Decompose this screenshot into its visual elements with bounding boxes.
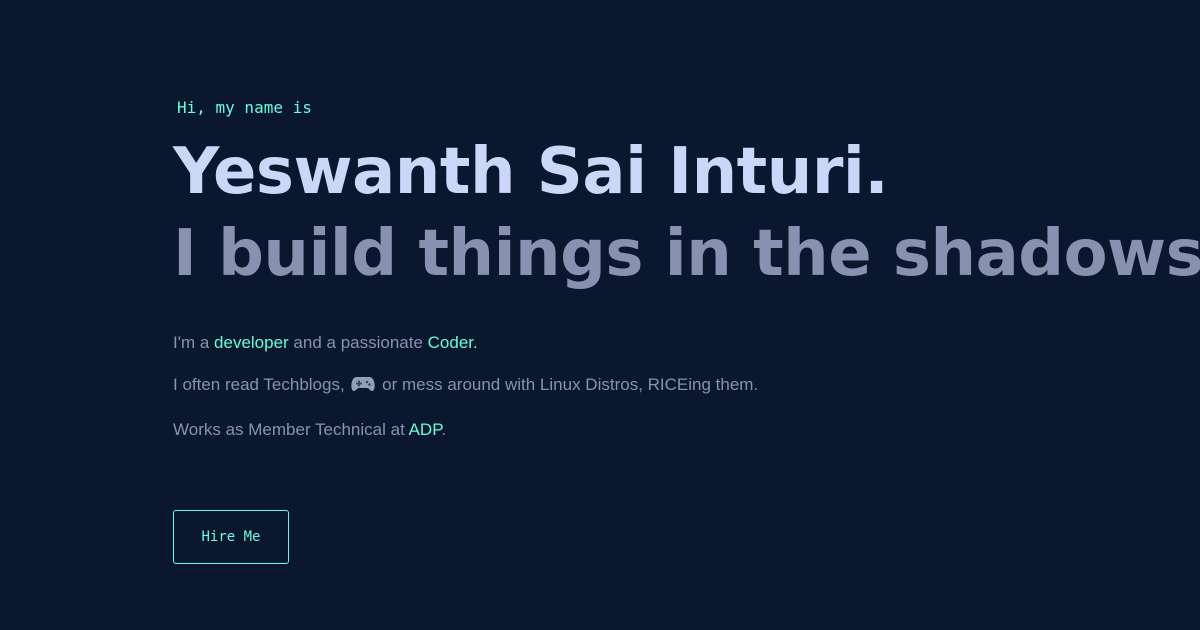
greeting-text: Hi, my name is [177,98,312,117]
company-link[interactable]: ADP [409,420,442,439]
passion-highlight: Coder. [427,333,478,352]
bio-line-work: Works as Member Technical at ADP. [173,419,1173,441]
bio-line-work-prefix: Works as Member Technical at [173,420,409,439]
bio-line-hobbies-prefix: I often read Techblogs, [173,375,350,394]
hero-tagline: I build things in the shadows. [173,217,1200,291]
gamepad-icon [351,375,376,399]
hero-name: Yeswanth Sai Inturi. [173,135,889,209]
bio-line-hobbies-suffix: or mess around with Linux Distros, RICEi… [377,375,759,394]
bio-line-role-middle: and a passionate [288,333,428,352]
hero-section: Hi, my name is Yeswanth Sai Inturi. I bu… [173,96,1200,461]
bio-line-role-prefix: I'm a [173,333,215,352]
bio-line-role: I'm a developer and a passionate Coder. [173,332,1173,354]
bio-line-hobbies: I often read Techblogs, or mess around w… [173,374,1173,399]
bio: I'm a developer and a passionate Coder. … [173,332,1173,441]
bio-line-work-suffix: . [441,420,447,439]
role-highlight: developer [214,333,289,352]
hire-me-button[interactable]: Hire Me [173,510,289,564]
